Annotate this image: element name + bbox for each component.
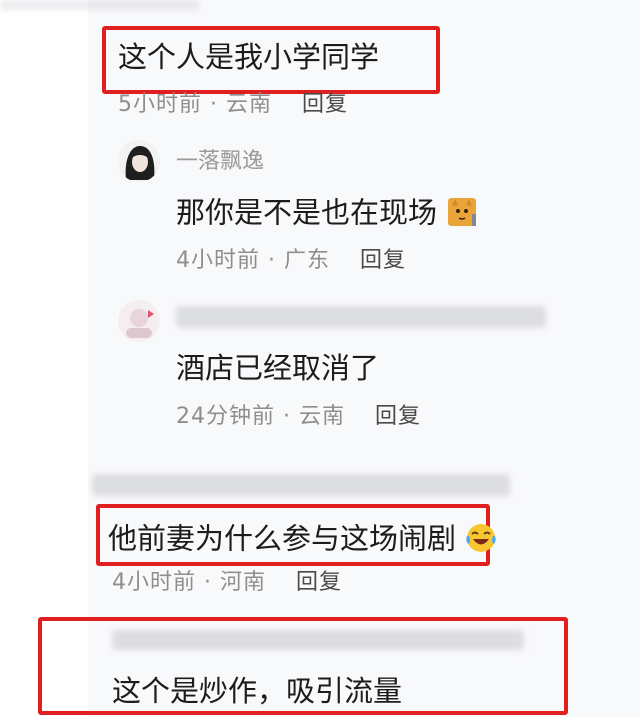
reply-username[interactable]: 一落飘逸 <box>176 151 264 173</box>
avatar[interactable] <box>118 300 160 342</box>
avatar[interactable] <box>118 140 160 182</box>
reply-button[interactable]: 回复 <box>302 92 348 117</box>
reply-button[interactable]: 回复 <box>375 404 421 429</box>
comment-text: 这个是炒作，吸引流量 <box>112 674 403 708</box>
blurred-username <box>112 630 524 650</box>
reply-time: 24分钟前 <box>176 404 275 429</box>
reply-meta: 24分钟前 · 云南 回复 <box>176 404 422 429</box>
reply-time: 4小时前 <box>176 248 260 273</box>
reply-location: 云南 <box>298 404 345 429</box>
cat-emoji-icon <box>446 196 478 233</box>
laughing-tears-emoji-icon <box>465 522 497 559</box>
comment-text: 他前妻为什么参与这场闹剧 <box>108 522 497 559</box>
blurred-username <box>176 306 546 328</box>
blurred-header <box>0 0 200 10</box>
reply-location: 广东 <box>283 248 330 273</box>
comment-meta: 4小时前 · 河南 回复 <box>112 570 343 595</box>
reply-text: 那你是不是也在现场 <box>176 196 478 233</box>
reply-text: 酒店已经取消了 <box>176 351 380 385</box>
comment-location: 河南 <box>219 570 266 595</box>
comment-location: 云南 <box>225 92 272 117</box>
reply-button[interactable]: 回复 <box>296 570 342 595</box>
comment-time: 5小时前 <box>118 92 202 117</box>
reply-button[interactable]: 回复 <box>360 248 406 273</box>
reply-meta: 4小时前 · 广东 回复 <box>176 248 407 273</box>
comment-time: 4小时前 <box>112 570 196 595</box>
comment-meta: 5小时前 · 云南 回复 <box>118 92 349 117</box>
comment-text: 这个人是我小学同学 <box>118 40 380 74</box>
blurred-username <box>92 474 510 496</box>
